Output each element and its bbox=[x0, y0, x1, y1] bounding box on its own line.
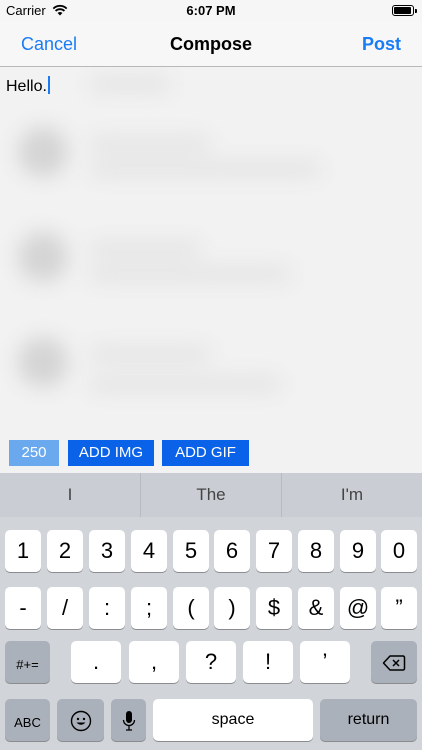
key-semicolon[interactable]: ; bbox=[131, 587, 167, 629]
symbols-toggle-label: #+= bbox=[16, 657, 39, 672]
suggestion-item[interactable]: The bbox=[141, 473, 281, 517]
abc-label: ABC bbox=[14, 715, 41, 730]
key-2[interactable]: 2 bbox=[47, 530, 83, 572]
navigation-bar: Cancel Compose Post bbox=[0, 22, 422, 67]
symbols-toggle-key[interactable]: #+= bbox=[5, 641, 50, 683]
suggestion-item[interactable]: I bbox=[0, 473, 140, 517]
key-0[interactable]: 0 bbox=[381, 530, 417, 572]
microphone-icon bbox=[122, 711, 135, 731]
add-img-button[interactable]: ADD IMG bbox=[68, 440, 154, 466]
key-8[interactable]: 8 bbox=[298, 530, 334, 572]
character-count-badge: 250 bbox=[9, 440, 59, 466]
key-3[interactable]: 3 bbox=[89, 530, 125, 572]
delete-key[interactable] bbox=[371, 641, 417, 683]
key-quote[interactable]: ” bbox=[381, 587, 417, 629]
emoji-key[interactable] bbox=[57, 699, 104, 741]
keyboard: I The I'm 1 2 3 4 5 6 7 8 9 0 - / : ; ( … bbox=[0, 473, 422, 750]
dictation-key[interactable] bbox=[111, 699, 146, 741]
page-title: Compose bbox=[169, 34, 252, 54]
key-5[interactable]: 5 bbox=[173, 530, 209, 572]
compose-area[interactable]: Hello. bbox=[0, 67, 422, 473]
key-hyphen[interactable]: - bbox=[5, 587, 41, 629]
key-apostrophe[interactable]: ’ bbox=[300, 641, 350, 683]
battery-icon bbox=[392, 5, 417, 16]
compose-text: Hello. bbox=[6, 78, 47, 95]
key-at[interactable]: @ bbox=[340, 587, 376, 629]
key-dollar[interactable]: $ bbox=[256, 587, 292, 629]
abc-key[interactable]: ABC bbox=[5, 699, 50, 741]
key-4[interactable]: 4 bbox=[131, 530, 167, 572]
post-button[interactable]: Post bbox=[362, 34, 401, 55]
emoji-icon bbox=[70, 710, 91, 732]
space-key[interactable]: space bbox=[153, 699, 313, 741]
backspace-icon bbox=[382, 655, 406, 671]
key-period[interactable]: . bbox=[71, 641, 121, 683]
key-exclamation[interactable]: ! bbox=[243, 641, 293, 683]
key-open-paren[interactable]: ( bbox=[173, 587, 209, 629]
key-question[interactable]: ? bbox=[186, 641, 236, 683]
key-ampersand[interactable]: & bbox=[298, 587, 334, 629]
blurred-background bbox=[0, 67, 422, 473]
suggestion-item[interactable]: I'm bbox=[282, 473, 422, 517]
key-slash[interactable]: / bbox=[47, 587, 83, 629]
return-key[interactable]: return bbox=[320, 699, 417, 741]
key-9[interactable]: 9 bbox=[340, 530, 376, 572]
suggestion-bar: I The I'm bbox=[0, 473, 422, 517]
key-colon[interactable]: : bbox=[89, 587, 125, 629]
compose-text-field[interactable]: Hello. bbox=[6, 76, 50, 96]
key-7[interactable]: 7 bbox=[256, 530, 292, 572]
key-close-paren[interactable]: ) bbox=[214, 587, 250, 629]
status-bar: Carrier 6:07 PM bbox=[0, 0, 422, 22]
key-6[interactable]: 6 bbox=[214, 530, 250, 572]
key-1[interactable]: 1 bbox=[5, 530, 41, 572]
status-time: 6:07 PM bbox=[186, 3, 236, 18]
text-caret bbox=[47, 76, 50, 94]
key-comma[interactable]: , bbox=[129, 641, 179, 683]
add-gif-button[interactable]: ADD GIF bbox=[162, 440, 249, 466]
